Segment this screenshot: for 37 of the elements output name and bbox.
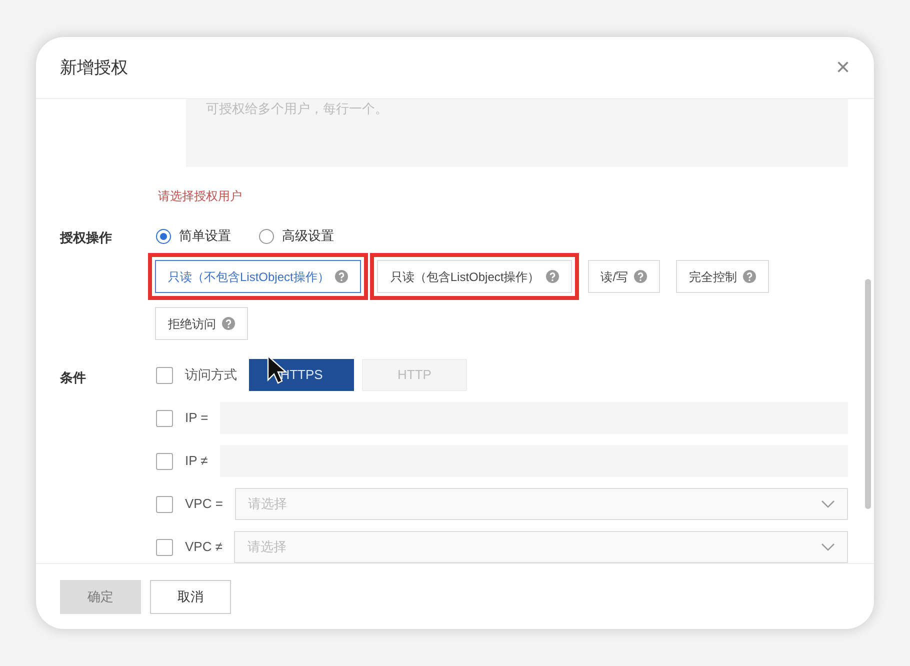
checkbox[interactable] (156, 366, 173, 384)
close-button[interactable]: × (836, 56, 850, 80)
checkbox[interactable] (156, 410, 173, 426)
condition-label: IP = (185, 409, 208, 428)
field-label: 条件 (60, 369, 87, 387)
condition-label: VPC = (185, 495, 223, 514)
protocol-toggle[interactable]: HTTPS (249, 359, 354, 391)
help-icon (634, 270, 648, 283)
chevron-down-icon (821, 500, 835, 508)
permission-option[interactable]: 拒绝访问 (155, 307, 248, 340)
checkbox[interactable] (156, 496, 173, 512)
help-icon (743, 270, 756, 283)
radio-label: 高级设置 (282, 227, 334, 246)
help-icon (335, 270, 348, 283)
users-textarea[interactable]: 可授权给多个用户，每行一个。 (186, 99, 848, 167)
permission-option[interactable]: 只读（不包含ListObject操作） (155, 260, 362, 293)
checkbox[interactable] (156, 538, 173, 556)
help-icon (546, 270, 559, 283)
permission-option[interactable]: 只读（包含ListObject操作） (377, 260, 572, 293)
permission-option[interactable]: 读/写 (588, 260, 660, 293)
radio-label: 简单设置 (179, 227, 231, 246)
field-label: 授权操作 (60, 229, 113, 247)
select-placeholder: 请选择 (248, 495, 287, 514)
scrollbar-thumb[interactable] (865, 279, 871, 509)
help-icon (222, 317, 235, 330)
radio-button[interactable] (156, 228, 171, 244)
checkbox[interactable] (156, 452, 173, 470)
condition-label: VPC ≠ (185, 538, 222, 556)
footer-button[interactable]: 取消 (150, 580, 231, 614)
radio-button[interactable] (259, 228, 274, 244)
permission-option[interactable]: 完全控制 (676, 260, 770, 293)
select-placeholder: 请选择 (247, 538, 286, 556)
chevron-down-icon (821, 543, 835, 551)
condition-label: 访问方式 (185, 366, 237, 384)
dialog-title: 新增授权 (60, 56, 128, 79)
condition-label: IP ≠ (185, 452, 208, 470)
error-message: 请选择授权用户 (158, 188, 243, 205)
